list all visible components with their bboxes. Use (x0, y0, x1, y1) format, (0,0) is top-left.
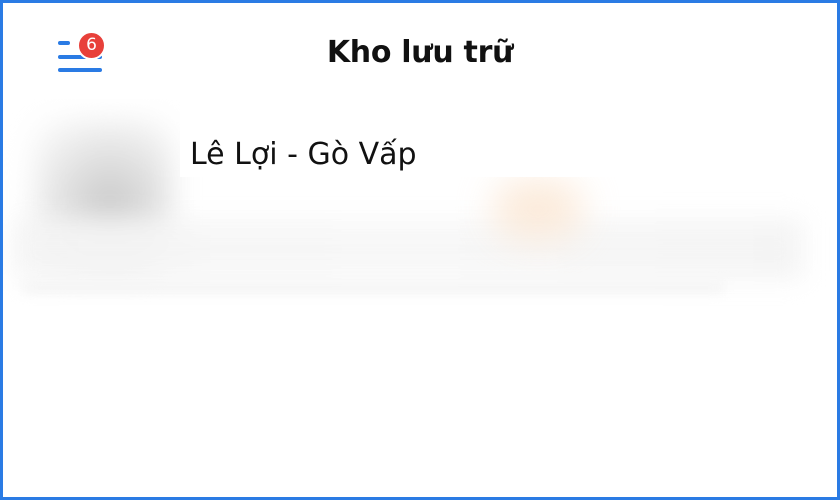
store-name: Lê Lợi - Gò Vấp (190, 137, 417, 172)
blurred-accent (493, 179, 583, 239)
store-item[interactable]: Lê Lợi - Gò Vấp (180, 99, 837, 177)
blurred-row (13, 219, 803, 279)
app-window: 6 Kho lưu trữ Lê Lợi - Gò Vấp (0, 0, 840, 500)
page-title: Kho lưu trữ (326, 35, 514, 70)
top-bar: 6 Kho lưu trữ (3, 3, 837, 99)
blurred-divider (23, 284, 723, 292)
